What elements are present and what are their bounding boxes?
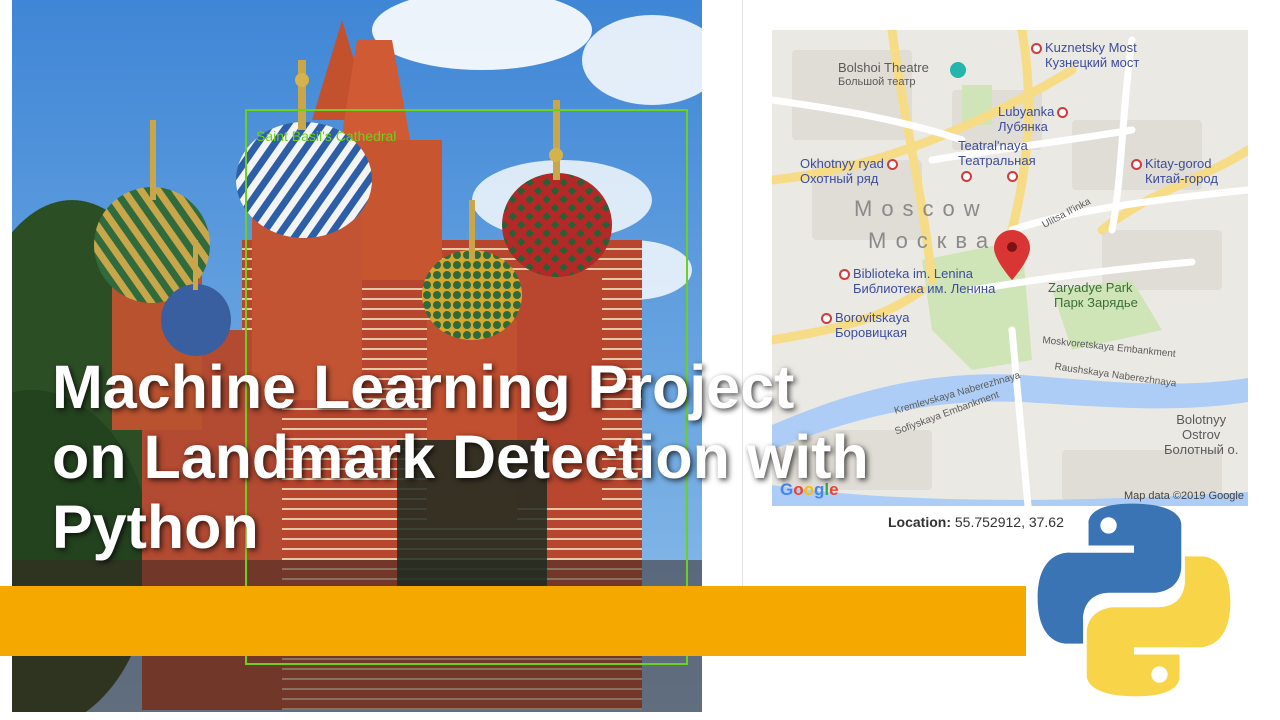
metro-icon bbox=[1131, 159, 1142, 171]
detection-label: Saint Basil's Cathedral bbox=[256, 128, 397, 144]
map-label-kitay: Kitay-gorod Китай-город bbox=[1128, 156, 1218, 186]
map-label-city-en: Moscow bbox=[854, 196, 989, 221]
map-label-lubyanka: Lubyanka Лубянка bbox=[998, 104, 1071, 134]
map-label-city-ru: Москва bbox=[868, 228, 998, 253]
title-line-1: Machine Learning Project bbox=[52, 353, 795, 421]
map-label-okhotny: Okhotnyy ryad Охотный ряд bbox=[800, 156, 901, 186]
title-line-2: on Landmark Detection with bbox=[52, 423, 869, 491]
metro-icon bbox=[1031, 43, 1042, 55]
python-logo-icon bbox=[1037, 503, 1231, 697]
map-label-bolotnyy: Bolotnyy Ostrov Болотный о. bbox=[1164, 412, 1239, 457]
metro-icon bbox=[961, 171, 972, 183]
map-label-bolshoi: Bolshoi Theatre Большой театр bbox=[838, 60, 929, 88]
map-label-zaryadye: Zaryadye Park Парк Зарядье bbox=[1048, 280, 1138, 310]
accent-bar bbox=[0, 586, 1026, 656]
map-label-biblioteka: Biblioteka im. Lenina Библиотека им. Лен… bbox=[836, 266, 995, 296]
map-label-kuznetsky: Kuznetsky Most Кузнецкий мост bbox=[1028, 40, 1139, 70]
metro-icon bbox=[821, 313, 832, 325]
map-label-teatralnaya: Teatral'naya Театральная bbox=[958, 138, 1036, 183]
page-title: Machine Learning Project on Landmark Det… bbox=[52, 352, 1012, 562]
metro-icon bbox=[839, 269, 850, 281]
map-label-borovitskaya: Borovitskaya Боровицкая bbox=[818, 310, 909, 340]
title-line-3: Python bbox=[52, 493, 259, 561]
metro-icon bbox=[1006, 171, 1018, 183]
metro-icon bbox=[1057, 107, 1069, 119]
metro-icon bbox=[886, 159, 898, 171]
